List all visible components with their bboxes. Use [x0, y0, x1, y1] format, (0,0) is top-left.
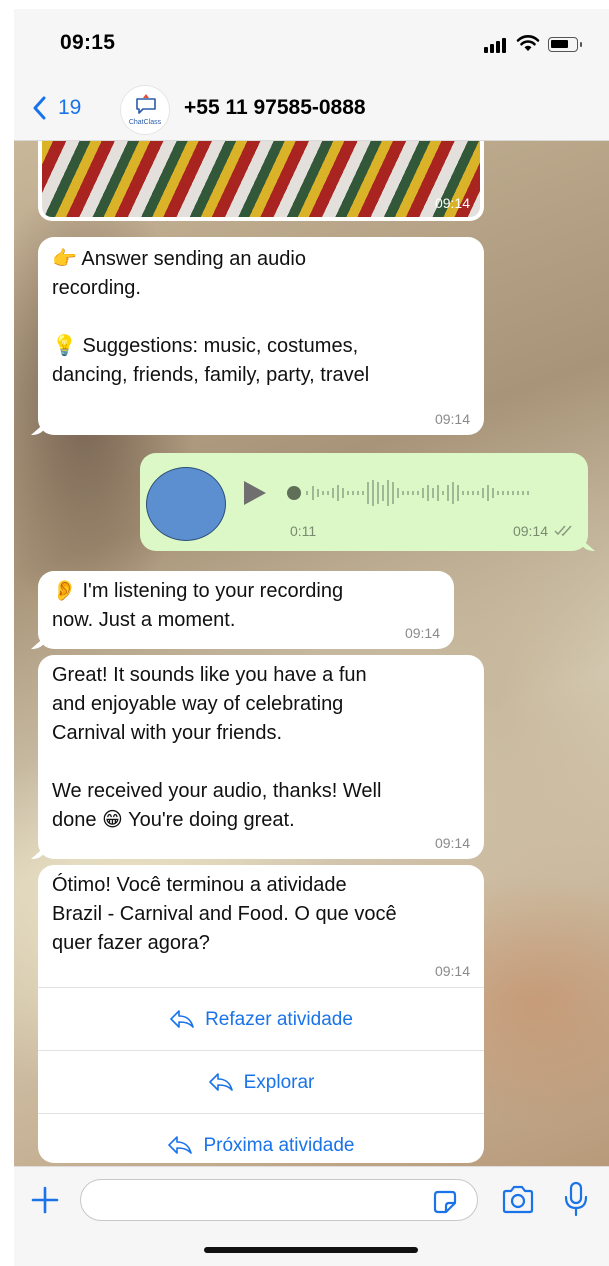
message-time: 09:14: [434, 195, 470, 211]
back-button[interactable]: 19: [32, 90, 81, 126]
chat-area[interactable]: 09:14 👉 Answer sending an audio recordin…: [14, 141, 609, 1166]
status-bar: 09:15: [14, 9, 609, 77]
contact-avatar[interactable]: ChatClass: [120, 85, 170, 135]
contact-name[interactable]: +55 11 97585-0888: [184, 96, 366, 120]
incoming-message-feedback[interactable]: Great! It sounds like you have a fun and…: [38, 655, 484, 859]
reply-icon: [208, 1073, 233, 1091]
message-input[interactable]: [80, 1179, 478, 1221]
message-text: Great! It sounds like you have a fun and…: [52, 664, 382, 831]
message-text: Ótimo! Você terminou a atividade Brazil …: [52, 874, 397, 954]
chatclass-logo-icon: [136, 94, 156, 114]
phone-screen: 09:15 19 ChatClass +55 11 97585-0888 09:…: [14, 9, 609, 1266]
reply-icon: [170, 1010, 194, 1028]
audio-duration: 0:11: [290, 523, 317, 539]
message-time: 09:14: [404, 625, 440, 641]
reply-button-explore[interactable]: Explorar: [38, 1050, 484, 1113]
chat-header: 19 ChatClass +55 11 97585-0888: [14, 77, 609, 141]
wifi-icon: [516, 35, 540, 51]
message-time: 09:14: [434, 963, 470, 979]
reply-button-label: Explorar: [243, 1071, 315, 1093]
battery-icon: [548, 37, 582, 52]
signal-icon: [484, 37, 510, 53]
unread-count: 19: [58, 96, 82, 119]
microphone-icon[interactable]: [562, 1181, 590, 1219]
message-time: 09:14: [434, 835, 470, 851]
incoming-message-prompt[interactable]: 👉 Answer sending an audio recording. 💡 S…: [38, 237, 484, 435]
outgoing-audio-message[interactable]: 0:11 09:14: [140, 453, 588, 551]
reply-button-next[interactable]: Próxima atividade: [38, 1113, 484, 1163]
message-time: 09:14: [434, 411, 470, 427]
status-time: 09:15: [60, 31, 116, 54]
incoming-message-completion[interactable]: Ótimo! Você terminou a atividade Brazil …: [38, 865, 484, 1163]
reply-button-label: Próxima atividade: [203, 1134, 355, 1156]
image-message[interactable]: 09:14: [38, 141, 484, 221]
message-time: 09:14: [512, 523, 548, 539]
play-icon[interactable]: [244, 481, 266, 505]
waveform[interactable]: [286, 475, 566, 511]
back-chevron-icon: [33, 96, 46, 120]
home-indicator[interactable]: [204, 1247, 418, 1253]
plus-icon[interactable]: [30, 1185, 60, 1215]
input-bar: [14, 1166, 609, 1266]
message-text: 👂 I'm listening to your recording now. J…: [52, 580, 344, 631]
camera-icon[interactable]: [500, 1185, 536, 1215]
message-text: 👉 Answer sending an audio recording. 💡 S…: [52, 248, 370, 386]
sticker-icon[interactable]: [432, 1189, 458, 1215]
reply-button-redo[interactable]: Refazer atividade: [38, 987, 484, 1050]
reply-button-label: Refazer atividade: [205, 1008, 353, 1030]
sender-avatar: [146, 467, 226, 541]
incoming-message-listening[interactable]: 👂 I'm listening to your recording now. J…: [38, 571, 454, 649]
double-check-icon: [554, 525, 572, 537]
reply-icon: [168, 1136, 193, 1154]
avatar-brand: ChatClass: [128, 119, 162, 126]
